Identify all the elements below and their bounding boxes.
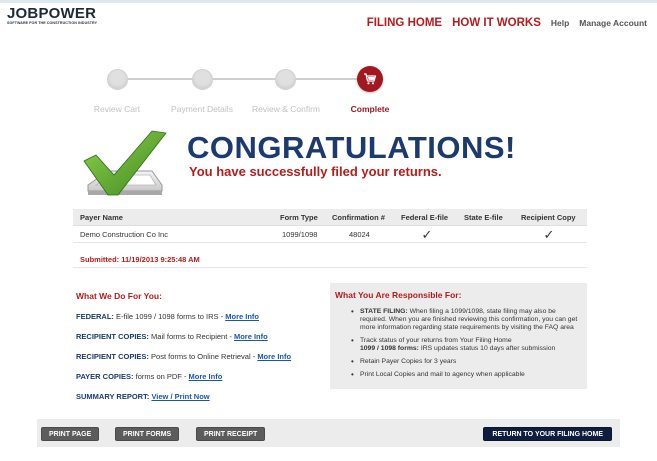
step-label-complete: Complete: [350, 104, 390, 114]
print-forms-button[interactable]: PRINT FORMS: [115, 427, 180, 441]
top-border: [0, 0, 657, 3]
header-form-type: Form Type: [280, 213, 318, 222]
service-summary-report: SUMMARY REPORT: View / Print Now: [76, 392, 316, 401]
submitted-timestamp: Submitted: 11/19/2013 9:25:48 AM: [73, 250, 587, 268]
service-text: Post forms to Online Retrieval -: [148, 352, 258, 361]
service-label: FEDERAL:: [76, 312, 114, 321]
confirmation-table: Payer Name Form Type Confirmation # Fede…: [73, 209, 587, 268]
cell-form-type: 1099/1098: [282, 230, 318, 239]
federal-more-info-link[interactable]: More Info: [225, 312, 259, 321]
nav-manage-account[interactable]: Manage Account: [579, 18, 647, 28]
service-payer-copies: PAYER COPIES: forms on PDF - More Info: [76, 372, 316, 381]
table-row: Demo Construction Co Inc 1099/1098 48024…: [73, 226, 587, 243]
summary-view-print-link[interactable]: View / Print Now: [151, 392, 209, 401]
service-label: PAYER COPIES:: [76, 372, 134, 381]
progress-steps: Review Cart Payment Details Review & Con…: [0, 50, 657, 120]
print-page-button[interactable]: PRINT PAGE: [41, 427, 100, 441]
step-label-review-confirm: Review & Confirm: [251, 104, 321, 114]
responsibilities-list: STATE FILING: When filing a 1099/1098, s…: [335, 308, 583, 379]
logo-tagline: SOFTWARE FOR THE CONSTRUCTION INDUSTRY: [7, 21, 98, 25]
congratulations-title: CONGRATULATIONS!: [187, 130, 516, 165]
list-item: Print Local Copies and mail to agency wh…: [351, 371, 583, 379]
header-recipient-copy: Recipient Copy: [521, 213, 576, 222]
step-2-circle: [192, 69, 213, 90]
nav-how-it-works[interactable]: HOW IT WORKS: [452, 17, 541, 29]
header-state-efile: State E-file: [464, 213, 503, 222]
recipient-mail-more-info-link[interactable]: More Info: [234, 332, 268, 341]
responsibilities-heading: What You Are Responsible For:: [335, 290, 462, 300]
item-label: 1099 / 1098 forms:: [360, 345, 419, 352]
cell-recipient-check-icon: ✓: [543, 227, 555, 242]
item-text: Retain Payer Copies for 3 years: [360, 358, 457, 365]
service-federal: FEDERAL: E-file 1099 / 1098 forms to IRS…: [76, 312, 316, 321]
header-payer-name: Payer Name: [80, 213, 123, 222]
footer-action-bar: PRINT PAGE PRINT FORMS PRINT RECEIPT RET…: [37, 419, 620, 447]
what-we-do-section: What We Do For You: FEDERAL: E-file 1099…: [76, 291, 316, 412]
table-header: Payer Name Form Type Confirmation # Fede…: [73, 209, 587, 226]
responsibilities-panel: What You Are Responsible For: STATE FILI…: [330, 283, 587, 389]
congratulations-subtitle: You have successfully filed your returns…: [189, 164, 442, 179]
cell-payer-name: Demo Construction Co Inc: [80, 230, 168, 239]
print-receipt-button[interactable]: PRINT RECEIPT: [196, 427, 266, 441]
list-item: Track status of your returns from Your F…: [351, 337, 583, 353]
step-1-circle: [107, 69, 128, 90]
item-text: Track status of your returns from Your F…: [360, 337, 512, 344]
service-recipient-online: RECIPIENT COPIES: Post forms to Online R…: [76, 352, 316, 361]
list-item: STATE FILING: When filing a 1099/1098, s…: [351, 308, 583, 332]
success-checkmark-icon: [83, 130, 167, 196]
step-4-circle-active: [357, 66, 383, 92]
item-label: STATE FILING:: [360, 308, 408, 315]
payer-more-info-link[interactable]: More Info: [189, 372, 223, 381]
service-text: forms on PDF -: [133, 372, 189, 381]
item-text: IRS updates status 10 days after submiss…: [418, 345, 556, 352]
step-label-review-cart: Review Cart: [93, 104, 141, 114]
top-nav: FILING HOME HOW IT WORKS Help Manage Acc…: [357, 17, 647, 29]
nav-filing-home[interactable]: FILING HOME: [367, 17, 442, 29]
recipient-online-more-info-link[interactable]: More Info: [257, 352, 291, 361]
service-text: E-file 1099 / 1098 forms to IRS -: [113, 312, 226, 321]
step-3-circle: [275, 69, 296, 90]
shopping-cart-icon: [364, 73, 377, 85]
cell-federal-check-icon: ✓: [421, 227, 433, 242]
step-connector: [296, 78, 360, 80]
step-connector: [128, 78, 202, 80]
jobpower-logo[interactable]: JOBPOWER SOFTWARE FOR THE CONSTRUCTION I…: [7, 5, 147, 26]
list-item: Retain Payer Copies for 3 years: [351, 358, 583, 366]
service-label: SUMMARY REPORT:: [76, 392, 150, 401]
header-federal-efile: Federal E-file: [401, 213, 449, 222]
service-label: RECIPIENT COPIES:: [76, 332, 149, 341]
service-label: RECIPIENT COPIES:: [76, 352, 149, 361]
header-confirmation: Confirmation #: [332, 213, 385, 222]
cell-confirmation: 48024: [349, 230, 370, 239]
what-we-do-heading: What We Do For You:: [76, 291, 162, 301]
return-to-filing-home-button[interactable]: RETURN TO YOUR FILING HOME: [483, 427, 612, 441]
service-text: Mail forms to Recipient -: [148, 332, 234, 341]
step-label-payment-details: Payment Details: [171, 104, 233, 114]
service-recipient-mail: RECIPIENT COPIES: Mail forms to Recipien…: [76, 332, 316, 341]
nav-help[interactable]: Help: [551, 18, 569, 28]
logo-wordmark: JOBPOWER: [7, 5, 97, 22]
item-text: Print Local Copies and mail to agency wh…: [360, 371, 525, 378]
